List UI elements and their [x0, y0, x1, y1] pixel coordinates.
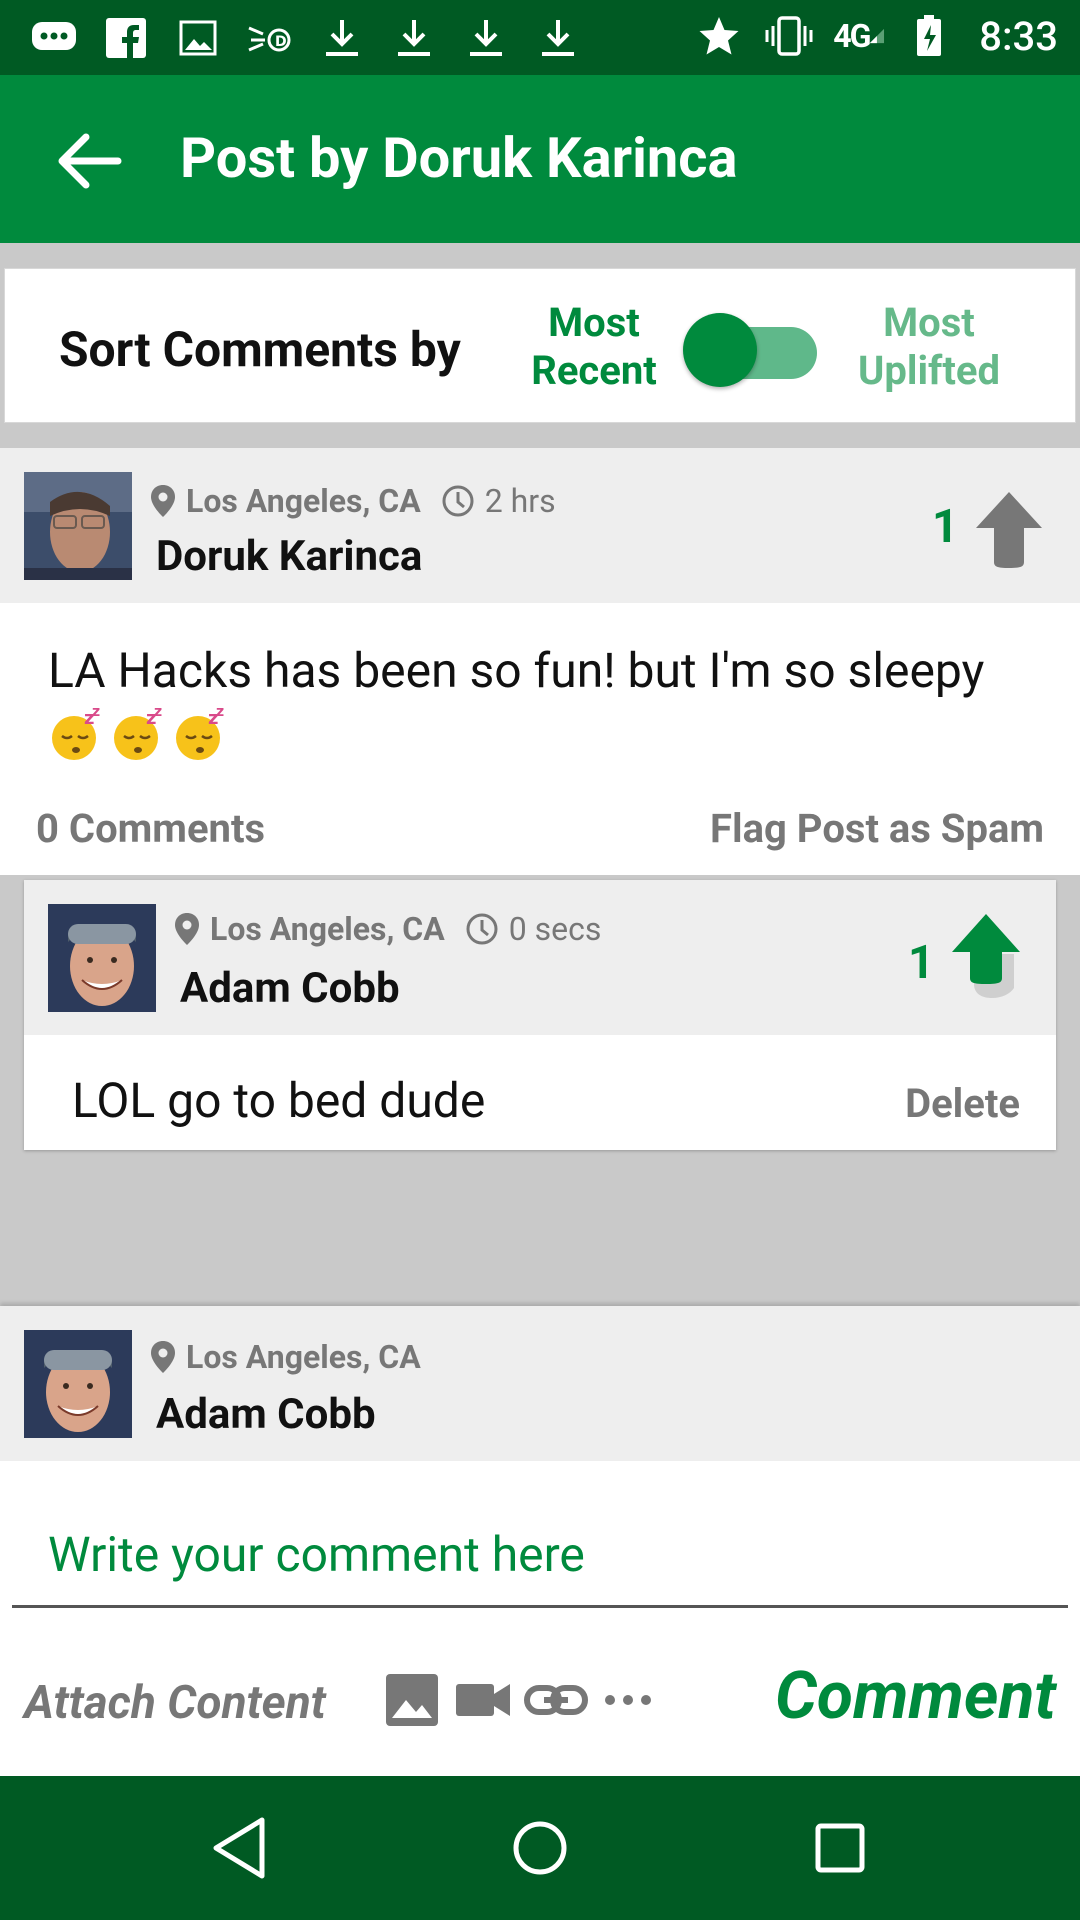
download-icon — [460, 12, 512, 64]
post-author[interactable]: Doruk Karinca — [156, 532, 422, 581]
composer-author: Adam Cobb — [156, 1390, 376, 1439]
battery-charging-icon — [903, 10, 955, 62]
more-icon[interactable] — [600, 1672, 658, 1730]
comment-author[interactable]: Adam Cobb — [180, 964, 400, 1013]
image-icon[interactable] — [384, 1672, 442, 1730]
comment-submit-button[interactable]: Comment — [775, 1658, 1056, 1735]
flag-post-as-spam-button[interactable]: Flag Post as Spam — [710, 805, 1044, 852]
star-icon — [693, 10, 745, 62]
sleeping-face-emoji-icon: zz — [110, 704, 166, 762]
comment-card: Los Angeles, CA 0 secs Adam Cobb 1 LOL g… — [24, 880, 1056, 1150]
avatar[interactable] — [24, 1330, 132, 1438]
composer-header: Los Angeles, CA Adam Cobb — [0, 1306, 1080, 1461]
page-title: Post by Doruk Karinca — [180, 125, 738, 191]
comment-location: Los Angeles, CA — [210, 910, 445, 948]
facebook-icon — [100, 12, 152, 64]
svg-text:z: z — [92, 706, 100, 720]
post-header: Los Angeles, CA 2 hrs Doruk Karinca 1 — [0, 448, 1080, 603]
location-pin-icon — [175, 913, 199, 945]
post-body: LA Hacks has been so fun! but I'm so sle… — [0, 603, 1080, 875]
nav-home-icon[interactable] — [504, 1812, 576, 1884]
sort-option-most-uplifted[interactable]: Most Uplifted — [841, 299, 1017, 395]
sort-label: Sort Comments by — [59, 321, 461, 378]
image-icon — [172, 12, 224, 64]
status-bar: D 4G 8:33 — [0, 0, 1080, 75]
svg-text:z: z — [154, 706, 162, 720]
clock-icon — [466, 913, 498, 945]
comment-meta: Los Angeles, CA 0 secs — [174, 910, 601, 948]
link-icon[interactable] — [524, 1672, 588, 1730]
navigation-bar — [0, 1776, 1080, 1920]
download-icon — [316, 12, 368, 64]
vibrate-icon — [763, 10, 815, 62]
location-pin-icon — [151, 485, 175, 517]
download-icon — [388, 12, 440, 64]
arrow-back-icon[interactable] — [52, 125, 124, 197]
svg-text:z: z — [216, 706, 224, 720]
clock: 8:33 — [979, 12, 1058, 60]
video-camera-icon[interactable] — [454, 1672, 512, 1730]
comment-vote-count: 1 — [908, 936, 935, 990]
location-pin-icon — [151, 1341, 175, 1373]
signal-icon: 4G — [833, 10, 885, 62]
upvote-arrow-icon[interactable] — [974, 490, 1044, 570]
sort-toggle[interactable] — [683, 313, 823, 387]
nav-recents-icon[interactable] — [804, 1812, 876, 1884]
sleeping-face-emoji-icon: zz — [172, 704, 228, 762]
toggle-thumb — [683, 313, 757, 387]
post-text-content: LA Hacks has been so fun! but I'm so sle… — [48, 642, 985, 699]
sleeping-face-emoji-icon: zz — [48, 704, 104, 762]
comment-count: 0 Comments — [36, 805, 266, 852]
post-time: 2 hrs — [484, 482, 556, 520]
svg-text:D: D — [275, 34, 287, 50]
comment-header: Los Angeles, CA 0 secs Adam Cobb 1 — [24, 880, 1056, 1035]
sort-option-most-recent[interactable]: Most Recent — [521, 299, 667, 395]
comment-composer: Los Angeles, CA Adam Cobb Attach Content… — [0, 1306, 1080, 1776]
comment-input[interactable] — [12, 1504, 1068, 1608]
avatar[interactable] — [24, 472, 132, 580]
messages-icon — [28, 12, 80, 64]
avatar[interactable] — [48, 904, 156, 1012]
app-bar: Post by Doruk Karinca — [0, 75, 1080, 243]
nav-back-icon[interactable] — [204, 1812, 276, 1884]
upvote-arrow-icon[interactable] — [950, 910, 1020, 998]
post-location: Los Angeles, CA — [186, 482, 421, 520]
post-vote-count: 1 — [932, 500, 959, 554]
post-meta: Los Angeles, CA 2 hrs — [150, 482, 556, 520]
composer-location: Los Angeles, CA — [186, 1338, 421, 1376]
hand-icon: D — [244, 12, 296, 64]
delete-comment-button[interactable]: Delete — [905, 1080, 1020, 1127]
sort-comments-card: Sort Comments by Most Recent Most Uplift… — [4, 268, 1076, 423]
clock-icon — [442, 485, 474, 517]
post-text: LA Hacks has been so fun! but I'm so sle… — [48, 641, 1048, 762]
download-icon — [532, 12, 584, 64]
comment-text: LOL go to bed dude — [72, 1072, 486, 1129]
comment-time: 0 secs — [508, 910, 602, 948]
composer-meta: Los Angeles, CA — [150, 1338, 421, 1376]
attach-content-label: Attach Content — [24, 1676, 326, 1730]
